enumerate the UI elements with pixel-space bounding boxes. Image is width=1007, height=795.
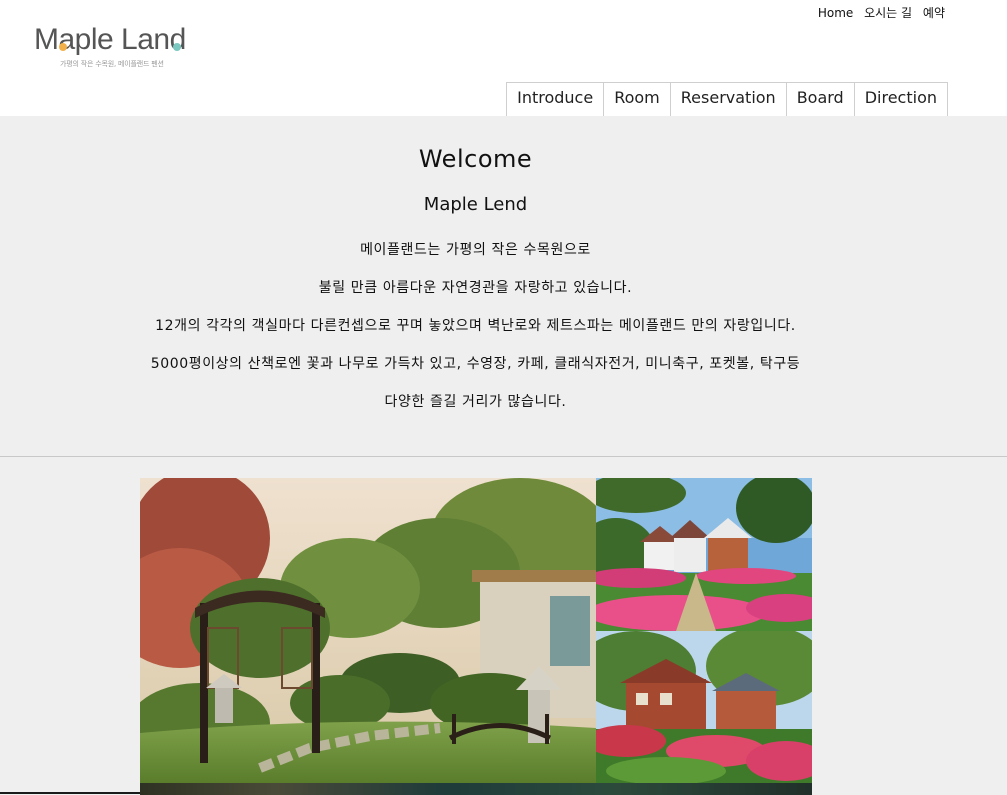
flower-garden-photo [596, 631, 812, 783]
nav-item-room[interactable]: Room [603, 82, 671, 116]
nav-item-board[interactable]: Board [785, 82, 855, 116]
nav-item-direction[interactable]: Direction [853, 82, 948, 116]
garden-arbor-photo [140, 478, 596, 783]
next-photo-row-strip [140, 783, 812, 795]
welcome-line: 다양한 즐길 거리가 많습니다. [384, 394, 567, 410]
util-link-home[interactable]: Home [818, 6, 853, 20]
logo-accent-dot-left [59, 43, 67, 51]
footer-edge-line [0, 792, 140, 794]
welcome-line: 메이플랜드는 가평의 작은 수목원으로 [360, 242, 591, 258]
site-header: Maple Land 가평의 작은 수목원, 메이플랜드 펜션 Home 오시는… [0, 0, 1007, 116]
logo-link[interactable]: Maple Land 가평의 작은 수목원, 메이플랜드 펜션 [34, 24, 194, 72]
welcome-description: 메이플랜드는 가평의 작은 수목원으로 불릴 만큼 아름다운 자연경관을 자랑하… [0, 238, 951, 428]
welcome-line: 불릴 만큼 아름다운 자연경관을 자랑하고 있습니다. [318, 280, 633, 296]
welcome-line: 12개의 각각의 객실마다 다른컨셉으로 꾸며 놓았으며 벽난로와 제트스파는 … [155, 318, 796, 334]
logo-accent-dot-right [173, 43, 181, 51]
welcome-subtitle: Maple Lend [423, 194, 528, 215]
nav-item-introduce[interactable]: Introduce [506, 82, 605, 116]
nav-item-reservation[interactable]: Reservation [669, 82, 787, 116]
welcome-section: Welcome Maple Lend 메이플랜드는 가평의 작은 수목원으로 불… [0, 116, 1007, 457]
welcome-line: 5000평이상의 산책로엔 꽃과 나무로 가득차 있고, 수영장, 카페, 클래… [150, 356, 801, 372]
welcome-title: Welcome [418, 145, 533, 173]
logo-wordmark: Maple Land [34, 23, 186, 56]
pension-houses-photo [596, 478, 812, 631]
page: Maple Land 가평의 작은 수목원, 메이플랜드 펜션 Home 오시는… [0, 0, 1007, 795]
main-nav: Introduce Room Reservation Board Directi… [506, 82, 948, 116]
util-link-reservation[interactable]: 예약 [923, 6, 945, 20]
util-link-directions[interactable]: 오시는 길 [864, 6, 912, 20]
utility-links: Home 오시는 길 예약 [811, 4, 945, 21]
logo-tagline: 가평의 작은 수목원, 메이플랜드 펜션 [60, 60, 164, 68]
